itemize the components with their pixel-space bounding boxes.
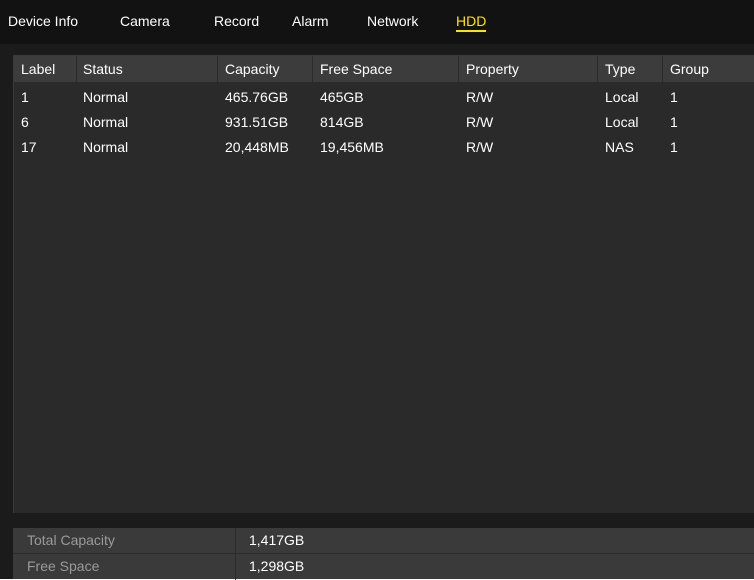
tab-record[interactable]: Record (214, 13, 259, 29)
summary-divider (235, 528, 236, 554)
cell-type: Local (605, 114, 639, 130)
tab-network[interactable]: Network (367, 13, 418, 29)
tab-hdd[interactable]: HDD (456, 13, 487, 32)
tab-device-info[interactable]: Device Info (8, 13, 78, 29)
column-header-type: Type (605, 61, 636, 77)
column-divider (662, 56, 663, 82)
cell-label: 17 (21, 139, 37, 155)
cell-capacity: 20,448MB (225, 139, 289, 155)
column-header-label: Label (21, 61, 56, 77)
column-divider (312, 56, 313, 82)
column-divider (217, 56, 218, 82)
cell-status: Normal (83, 114, 129, 130)
table-row[interactable]: 1 Normal 465.76GB 465GB R/W Local 1 (14, 85, 754, 110)
tab-camera[interactable]: Camera (120, 13, 170, 29)
table-header: Label Status Capacity Free Space Propert… (14, 56, 754, 82)
cell-free-space: 19,456MB (320, 139, 384, 155)
free-space-label: Free Space (27, 558, 100, 574)
column-header-free-space: Free Space (320, 61, 393, 77)
total-capacity-value: 1,417GB (249, 532, 305, 548)
cell-free-space: 814GB (320, 114, 364, 130)
cell-property: R/W (466, 114, 494, 130)
column-header-status: Status (83, 61, 123, 77)
table-row[interactable]: 17 Normal 20,448MB 19,456MB R/W NAS 1 (14, 135, 754, 160)
cell-property: R/W (466, 139, 494, 155)
cell-free-space: 465GB (320, 89, 364, 105)
column-header-property: Property (466, 61, 519, 77)
tab-alarm[interactable]: Alarm (292, 13, 329, 29)
column-header-group: Group (670, 61, 709, 77)
summary-divider (235, 554, 236, 580)
cell-capacity: 465.76GB (225, 89, 289, 105)
cell-type: Local (605, 89, 639, 105)
column-divider (597, 56, 598, 82)
column-divider (458, 56, 459, 82)
tab-bar: Device Info Camera Record Alarm Network … (0, 0, 754, 44)
cell-capacity: 931.51GB (225, 114, 289, 130)
total-capacity-row: Total Capacity 1,417GB (13, 528, 754, 554)
column-divider (76, 56, 77, 82)
cell-label: 6 (21, 114, 29, 130)
cell-group: 1 (670, 114, 678, 130)
free-space-value: 1,298GB (249, 558, 305, 574)
free-space-row: Free Space 1,298GB (13, 553, 754, 580)
total-capacity-label: Total Capacity (27, 532, 115, 548)
cell-status: Normal (83, 89, 129, 105)
cell-status: Normal (83, 139, 129, 155)
hdd-table: Label Status Capacity Free Space Propert… (13, 55, 754, 513)
cell-property: R/W (466, 89, 494, 105)
table-row[interactable]: 6 Normal 931.51GB 814GB R/W Local 1 (14, 110, 754, 135)
cell-label: 1 (21, 89, 29, 105)
cell-group: 1 (670, 89, 678, 105)
hdd-info-window: Device Info Camera Record Alarm Network … (0, 0, 754, 580)
cell-type: NAS (605, 139, 634, 155)
cell-group: 1 (670, 139, 678, 155)
column-header-capacity: Capacity (225, 61, 280, 77)
